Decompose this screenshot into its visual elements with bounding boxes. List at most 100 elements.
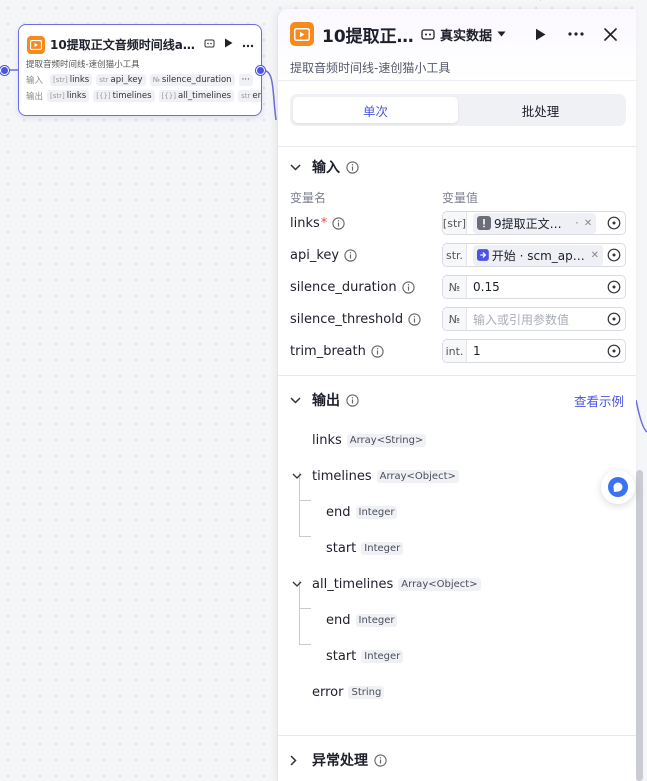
panel-scrollbar[interactable] [636, 470, 643, 781]
output-item: end Integer [326, 494, 398, 530]
variable-picker-icon[interactable] [603, 248, 625, 262]
variable-picker-icon[interactable] [603, 344, 625, 358]
param-row-silence-duration: silence_duration № 0.15 [278, 271, 636, 303]
dataset-icon[interactable] [204, 38, 215, 52]
output-section-header[interactable]: 输出 查看示例 [278, 380, 636, 420]
output-type-tag: Array<String> [346, 433, 427, 447]
param-row-trim-breath: trim_breath int. 1 [278, 335, 636, 367]
output-name: end [326, 612, 351, 628]
output-name: end [326, 504, 351, 520]
reference-chip[interactable]: 9提取正文语音文件 · ✕ [473, 212, 597, 234]
info-icon[interactable] [374, 753, 387, 767]
type-indicator[interactable]: № [443, 308, 467, 330]
variable-picker-icon[interactable] [603, 216, 625, 230]
info-icon[interactable] [344, 248, 357, 262]
output-name: error [312, 684, 344, 700]
output-name: all_timelines [312, 576, 394, 592]
warning-icon [477, 216, 491, 230]
output-section: 输出 查看示例 links Array<String> timelines Ar… [278, 375, 636, 722]
output-item: start Integer [326, 638, 404, 674]
caret-down-icon [497, 31, 506, 37]
more-button[interactable] [562, 21, 590, 47]
input-section-header[interactable]: 输入 [278, 147, 636, 187]
view-example-link[interactable]: 查看示例 [574, 391, 624, 410]
run-mode-tabs: 单次 批处理 [290, 94, 626, 126]
node-outputs-row: 输出 [str] links [{}] timelines [{}] all_time… [19, 86, 261, 102]
panel-title[interactable]: 10提取正文音频时间线audio_timeline [322, 22, 414, 47]
run-button[interactable] [526, 21, 554, 47]
close-button[interactable] [596, 21, 624, 47]
node-inputs-more-icon[interactable]: ··· [238, 74, 253, 86]
node-output-tag: [{}] all_timelines [158, 90, 235, 102]
output-item: links Array<String> [312, 422, 427, 458]
type-indicator[interactable]: [str] [443, 212, 467, 234]
node-output-tag: [str] links [47, 90, 90, 102]
type-indicator[interactable]: str. [443, 244, 467, 266]
node-output-handle[interactable] [256, 66, 265, 75]
param-value-placeholder[interactable]: 输入或引用参数值 [467, 311, 603, 328]
more-icon[interactable] [242, 38, 254, 51]
output-item: start Integer [326, 530, 404, 566]
node-input-tag: № silence_duration [149, 74, 235, 86]
chat-icon [608, 477, 628, 497]
param-name: trim_breath [290, 343, 366, 359]
node-output-tag: [{}] timelines [93, 90, 155, 102]
variable-picker-icon[interactable] [603, 280, 625, 294]
output-item[interactable]: timelines Array<Object> [292, 458, 459, 494]
param-name: silence_threshold [290, 311, 404, 327]
dataset-label: 真实数据 [439, 28, 492, 44]
plugin-logo-icon [27, 35, 45, 54]
output-tree: links Array<String> timelines Array<Obje… [278, 422, 636, 722]
info-icon[interactable] [371, 344, 384, 358]
run-icon[interactable] [224, 38, 233, 51]
param-value[interactable]: 0.15 [467, 280, 603, 294]
node-input-tag: str api_key [96, 74, 146, 86]
param-name: api_key [290, 247, 340, 263]
dataset-selector[interactable]: 真实数据 [421, 25, 506, 44]
param-row-api-key: api_key str. 开始 · scm_api_key ✕ [278, 239, 636, 271]
chevron-down-icon[interactable] [292, 473, 312, 479]
panel-subtitle: 提取音频时间线-速创猫小工具 [290, 61, 451, 75]
info-icon[interactable] [401, 280, 415, 294]
chevron-down-icon[interactable] [292, 581, 312, 587]
node-title: 10提取正文音频时间线audio_timeline [50, 38, 202, 52]
remove-reference-icon[interactable]: ✕ [584, 218, 592, 229]
remove-reference-icon[interactable]: ✕ [591, 250, 599, 261]
info-icon[interactable] [332, 216, 345, 230]
exception-section-header[interactable]: 异常处理 [278, 740, 636, 780]
play-icon [535, 28, 545, 40]
info-icon[interactable] [346, 393, 359, 407]
info-icon[interactable] [408, 312, 421, 326]
param-value-field[interactable]: str. 开始 · scm_api_key ✕ [442, 243, 626, 267]
tab-single[interactable]: 单次 [293, 97, 458, 123]
type-indicator[interactable]: int. [443, 340, 467, 362]
output-type-tag: Integer [361, 541, 404, 555]
param-value-field[interactable]: № 0.15 [442, 275, 626, 299]
info-icon[interactable] [346, 160, 359, 174]
node-input-label: 输入 [26, 76, 44, 86]
param-value[interactable]: 1 [467, 344, 603, 358]
node-input-handle[interactable] [0, 66, 9, 75]
output-item[interactable]: all_timelines Array<Object> [292, 566, 481, 602]
exception-section-title: 异常处理 [312, 753, 368, 769]
assistant-button[interactable] [601, 470, 635, 504]
output-item: error String [312, 674, 385, 710]
workflow-node-card[interactable]: 10提取正文音频时间线audio_timeline 提取音频时间线-速创猫小工具… [18, 24, 262, 116]
param-value-field[interactable]: int. 1 [442, 339, 626, 363]
output-name: timelines [312, 468, 372, 484]
tab-batch[interactable]: 批处理 [458, 97, 623, 123]
node-description: 提取音频时间线-速创猫小工具 [26, 60, 140, 70]
param-value-field[interactable]: [str] 9提取正文语音文件 · ✕ [442, 211, 626, 235]
panel-header: 10提取正文音频时间线audio_timeline 真实数据 提取音频时间线-速 [278, 9, 636, 81]
type-indicator[interactable]: № [443, 276, 467, 298]
reference-chip[interactable]: 开始 · scm_api_key ✕ [473, 244, 603, 266]
plugin-logo-icon [290, 22, 314, 46]
close-icon [603, 27, 617, 41]
dataset-icon [421, 28, 435, 40]
param-value-field[interactable]: № 输入或引用参数值 [442, 307, 626, 331]
start-node-icon [477, 249, 489, 261]
output-type-tag: Integer [355, 613, 398, 627]
chevron-down-icon [290, 163, 308, 171]
variable-picker-icon[interactable] [603, 312, 625, 326]
node-config-panel: 10提取正文音频时间线audio_timeline 真实数据 提取音频时间线-速 [277, 9, 636, 781]
